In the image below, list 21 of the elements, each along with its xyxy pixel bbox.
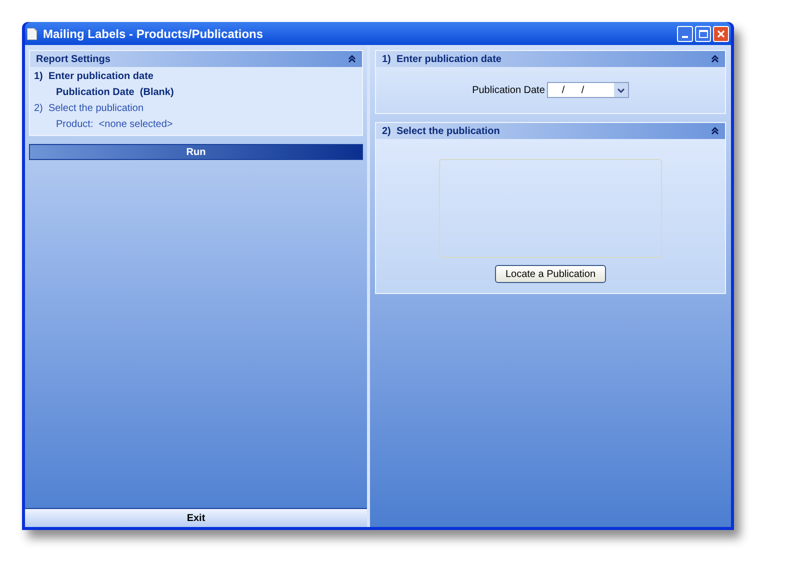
exit-button[interactable]: Exit — [25, 508, 367, 527]
window-title: Mailing Labels - Products/Publications — [43, 26, 264, 42]
collapse-icon[interactable] — [348, 55, 356, 63]
publication-date-label: Publication Date — [472, 84, 545, 98]
step-label: 1) Enter publication date — [34, 70, 154, 84]
step-detail: Publication Date (Blank) — [56, 86, 175, 100]
locate-publication-button[interactable]: Locate a Publication — [495, 265, 606, 283]
collapse-icon[interactable] — [711, 127, 719, 135]
step-label: 2) Select the publication — [34, 102, 145, 116]
section-title: 2) Select the publication — [382, 124, 500, 138]
publication-date-field[interactable]: / / — [546, 82, 629, 98]
section-title: Report Settings — [36, 52, 110, 66]
close-icon — [717, 30, 725, 38]
minimize-button[interactable] — [677, 26, 693, 42]
section-title: 1) Enter publication date — [382, 52, 502, 66]
maximize-button[interactable] — [695, 26, 711, 42]
collapse-icon[interactable] — [711, 55, 719, 63]
step-detail: Product: <none selected> — [56, 118, 174, 132]
run-button[interactable]: Run — [29, 144, 363, 160]
document-icon — [27, 28, 37, 40]
close-button[interactable] — [713, 26, 729, 42]
